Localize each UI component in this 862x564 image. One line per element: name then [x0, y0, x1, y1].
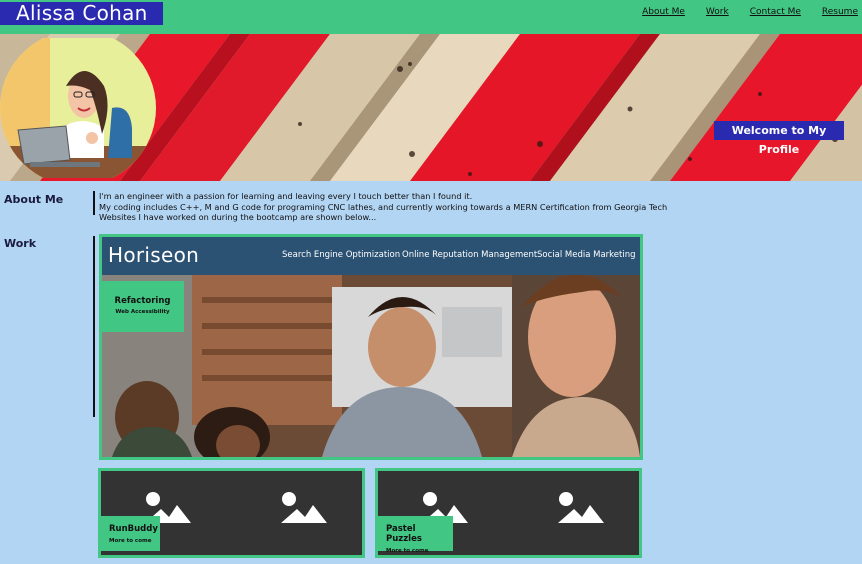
horiseon-tag: Refactoring Web Accessibility [102, 281, 184, 332]
project-runbuddy[interactable]: RunBuddy More to come [98, 468, 365, 558]
pastel-puzzles-tag: Pastel Puzzles More to come [378, 516, 453, 554]
profile-avatar [0, 38, 156, 178]
welcome-banner: Welcome to My Profile [714, 121, 844, 156]
horiseon-nav-item: Social Media Marketing [537, 250, 636, 260]
about-line: Websites I have worked on during the boo… [99, 212, 377, 222]
main-nav: About Me Work Contact Me Resume [621, 6, 858, 18]
project-horiseon[interactable]: Horiseon Search Engine Optimization Onli… [99, 234, 643, 460]
project-subtitle: More to come [386, 548, 429, 554]
project-pastel-puzzles[interactable]: Pastel Puzzles More to come [375, 468, 642, 558]
nav-about-me[interactable]: About Me [642, 6, 685, 18]
about-text: I'm an engineer with a passion for learn… [99, 191, 667, 223]
nav-contact-me[interactable]: Contact Me [750, 6, 801, 18]
horiseon-nav-item: Search Engine Optimization [282, 250, 401, 260]
horiseon-logo: Horiseon [108, 243, 200, 267]
about-line: I'm an engineer with a passion for learn… [99, 191, 473, 201]
work-divider [93, 236, 95, 417]
site-title: Alissa Cohan [0, 2, 163, 25]
nav-resume[interactable]: Resume [822, 6, 858, 18]
work-heading: Work [4, 237, 37, 250]
project-title: RunBuddy [109, 524, 158, 534]
about-me-heading: About Me [4, 193, 64, 206]
horiseon-header: Horiseon Search Engine Optimization Onli… [102, 237, 640, 275]
nav-work[interactable]: Work [706, 6, 729, 18]
about-divider [93, 191, 95, 215]
about-line: My coding includes C++, M and G code for… [99, 201, 668, 212]
runbuddy-tag: RunBuddy More to come [101, 516, 160, 551]
project-subtitle: Web Accessibility [115, 309, 170, 315]
header: Alissa Cohan About Me Work Contact Me Re… [0, 0, 862, 34]
horiseon-nav-item: Online Reputation Management [402, 250, 538, 260]
project-subtitle: More to come [109, 538, 152, 544]
project-title: Pastel Puzzles [386, 524, 422, 544]
project-title: Refactoring [114, 296, 171, 306]
